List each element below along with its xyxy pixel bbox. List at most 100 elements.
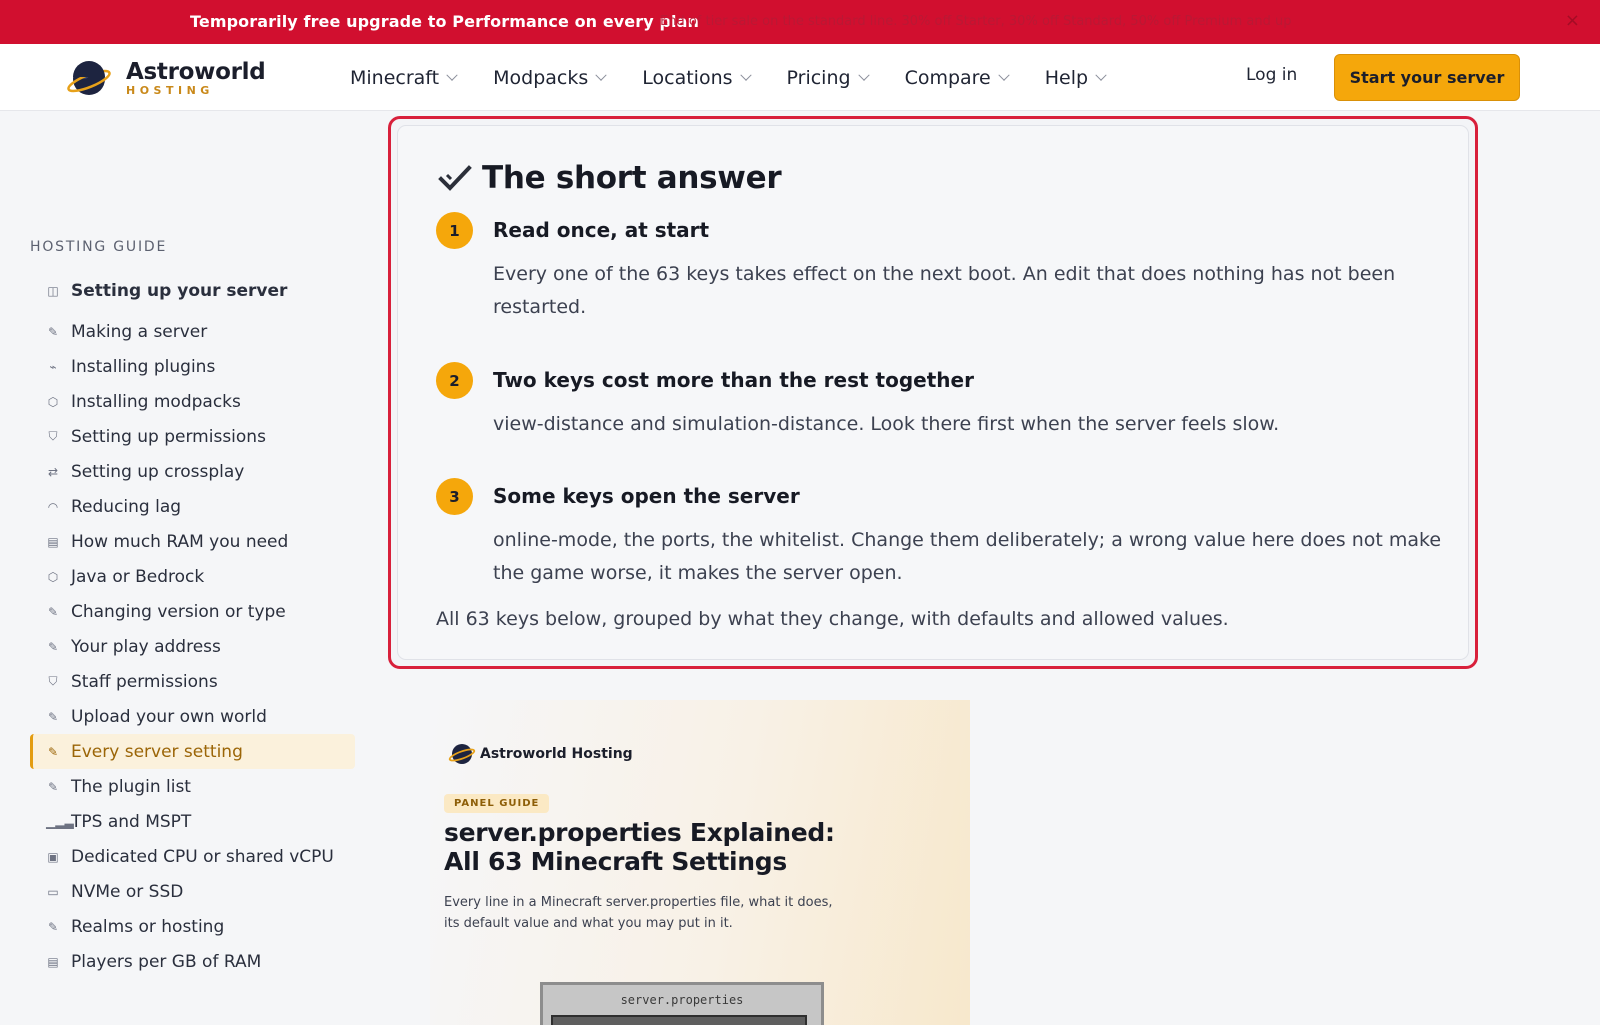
nav-locations[interactable]: Locations	[642, 67, 752, 89]
sidebar-item-label: Your play address	[71, 636, 221, 657]
sidebar-item-label: The plugin list	[71, 776, 191, 797]
sidebar-item-changing-version-or-type[interactable]: ✎ Changing version or type	[30, 594, 355, 629]
sidebar-list: ◫ Setting up your server ✎ Making a server ⌁…	[30, 271, 355, 979]
sidebar-item-label: Installing plugins	[71, 356, 216, 377]
logo[interactable]: Astroworld HOSTING	[66, 56, 266, 102]
sidebar-item-label: Installing modpacks	[71, 391, 241, 412]
sidebar-item-players-per-gb-of-ram[interactable]: ▤ Players per GB of RAM	[30, 944, 355, 979]
sidebar-item-label: Setting up crossplay	[71, 461, 245, 482]
planet-logo-icon	[448, 744, 476, 764]
short-answer-card: The short answer 1 Read once, at start E…	[388, 116, 1478, 669]
ram-icon: ▤	[47, 954, 59, 969]
pencil-icon: ✎	[47, 779, 59, 794]
sidebar-item-label: Staff permissions	[71, 671, 218, 692]
nav-modpacks[interactable]: Modpacks	[493, 66, 607, 89]
sidebar-item-setting-up-your-server[interactable]: ◫ Setting up your server	[30, 271, 355, 311]
answer-footer: All 63 keys below, grouped by what they …	[436, 608, 1229, 630]
drive-icon: ▭	[47, 884, 59, 899]
nav-label: Help	[1044, 66, 1089, 89]
cube-icon: ⬡	[47, 569, 59, 584]
sidebar-item-label: How much RAM you need	[71, 531, 289, 552]
swap-icon: ⇄	[47, 464, 59, 479]
planet-logo-icon	[67, 61, 111, 95]
logo-subtitle: HOSTING	[126, 84, 214, 97]
preview-badge: PANEL GUIDE	[444, 794, 550, 813]
sidebar-item-setting-up-crossplay[interactable]: ⇄ Setting up crossplay	[30, 454, 355, 489]
close-icon[interactable]: ×	[1565, 10, 1580, 31]
sidebar-item-java-or-bedrock[interactable]: ⬡ Java or Bedrock	[30, 559, 355, 594]
sidebar-item-label: Java or Bedrock	[71, 566, 205, 587]
nav-minecraft[interactable]: Minecraft	[350, 67, 458, 89]
step-number-badge: 2	[436, 362, 473, 399]
preview-brand-name: Astroworld Hosting	[480, 746, 633, 762]
short-answer-inner: The short answer 1 Read once, at start E…	[397, 125, 1469, 660]
sidebar-item-how-much-ram-you-need[interactable]: ▤ How much RAM you need	[30, 524, 355, 559]
sidebar-item-installing-plugins[interactable]: ⌁ Installing plugins	[30, 349, 355, 384]
sidebar-item-label: Changing version or type	[71, 601, 286, 622]
step-number-badge: 3	[436, 478, 473, 515]
sidebar-item-label: NVMe or SSD	[71, 881, 184, 902]
preview-title: server.properties Explained: All 63 Mine…	[444, 818, 835, 876]
site-header: Astroworld HOSTING Minecraft Modpacks Lo…	[0, 44, 1600, 111]
step-number-badge: 1	[436, 212, 473, 249]
sidebar-item-label: Realms or hosting	[71, 916, 225, 937]
preview-brand: Astroworld Hosting	[448, 740, 633, 768]
nav-pricing[interactable]: Pricing	[787, 67, 870, 89]
main-nav: Minecraft Modpacks Locations Pricing Com…	[350, 44, 1107, 111]
step-body: online-mode, the ports, the whitelist. C…	[493, 529, 1442, 584]
sidebar-item-staff-permissions[interactable]: ⛉ Staff permissions	[30, 664, 355, 699]
pencil-icon: ✎	[47, 709, 59, 724]
nav-help[interactable]: Help	[1044, 66, 1107, 89]
chevron-down-icon	[1095, 69, 1107, 81]
sidebar-item-realms-or-hosting[interactable]: ✎ Realms or hosting	[30, 909, 355, 944]
preview-window-title: server.properties	[620, 993, 744, 1007]
promo-subtext: End of tier sale on the standard line. 3…	[660, 14, 1292, 29]
sidebar-item-upload-your-own-world[interactable]: ✎ Upload your own world	[30, 699, 355, 734]
sidebar-item-making-a-server[interactable]: ✎ Making a server	[30, 314, 355, 349]
sidebar-item-reducing-lag[interactable]: ◠ Reducing lag	[30, 489, 355, 524]
checkmark-icon	[438, 165, 472, 191]
sidebar-item-tps-and-mspt[interactable]: ▁▂▃ TPS and MSPT	[30, 804, 355, 839]
sidebar-item-label: Upload your own world	[71, 706, 267, 727]
sidebar-item-every-server-setting[interactable]: ✎ Every server setting	[30, 734, 355, 769]
login-link[interactable]: Log in	[1246, 65, 1297, 85]
sidebar-item-dedicated-cpu-or-shared-vcpu[interactable]: ▣ Dedicated CPU or shared vCPU	[30, 839, 355, 874]
sidebar-item-your-play-address[interactable]: ✎ Your play address	[30, 629, 355, 664]
book-icon: ◫	[47, 284, 59, 298]
chevron-down-icon	[595, 69, 607, 81]
ram-icon: ▤	[47, 534, 59, 549]
guide-sidebar: HOSTING GUIDE ◫ Setting up your server ✎ Ma…	[0, 111, 380, 1025]
sidebar-item-nvme-or-ssd[interactable]: ▭ NVMe or SSD	[30, 874, 355, 909]
nav-compare[interactable]: Compare	[904, 66, 1010, 89]
sidebar-item-setting-up-permissions[interactable]: ⛉ Setting up permissions	[30, 419, 355, 454]
sidebar-item-label: Players per GB of RAM	[71, 951, 262, 972]
preview-description: Every line in a Minecraft server.propert…	[444, 895, 833, 931]
promo-headline[interactable]: Temporarily free upgrade to Performance …	[190, 12, 699, 31]
step-heading: Two keys cost more than the rest togethe…	[493, 368, 974, 392]
step-body: Every one of the 63 keys takes effect on…	[493, 263, 1396, 318]
sidebar-item-the-plugin-list[interactable]: ✎ The plugin list	[30, 769, 355, 804]
chevron-down-icon	[857, 69, 870, 81]
bar-chart-icon: ▁▂▃	[46, 814, 74, 829]
sidebar-item-label: TPS and MSPT	[71, 811, 192, 832]
sidebar-item-installing-modpacks[interactable]: ⬡ Installing modpacks	[30, 384, 355, 419]
cube-icon: ⬡	[47, 394, 59, 409]
step-body: view-distance and simulation-distance. L…	[493, 413, 1280, 435]
shield-icon: ⛉	[48, 429, 58, 443]
start-server-button[interactable]: Start your server	[1334, 54, 1520, 101]
sidebar-title: HOSTING GUIDE	[30, 239, 168, 255]
pencil-icon: ✎	[47, 324, 59, 339]
sidebar-item-label: Dedicated CPU or shared vCPU	[71, 846, 334, 867]
sidebar-item-label: Setting up your server	[71, 281, 288, 301]
nav-label: Compare	[904, 66, 991, 89]
gauge-icon: ◠	[47, 499, 59, 514]
chevron-down-icon	[739, 69, 752, 81]
pencil-icon: ✎	[47, 919, 59, 934]
nav-label: Modpacks	[493, 66, 589, 89]
sidebar-item-label: Setting up permissions	[71, 426, 266, 447]
promo-bar: Temporarily free upgrade to Performance …	[0, 0, 1600, 44]
cpu-icon: ▣	[47, 849, 59, 864]
preview-window-bar	[551, 1015, 807, 1025]
preview-window-illustration: server.properties	[540, 982, 824, 1025]
answer-heading: The short answer	[438, 160, 782, 196]
